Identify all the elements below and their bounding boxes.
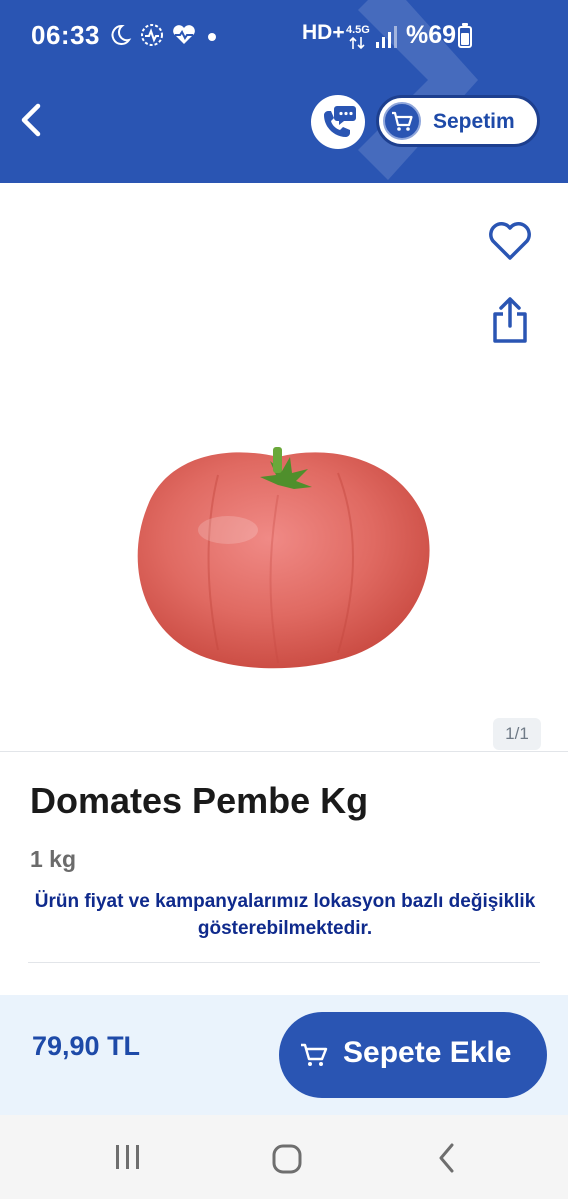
add-to-cart-label: Sepete Ekle (343, 1036, 512, 1069)
buy-bar: 79,90 TL Sepete Ekle (0, 995, 568, 1115)
heart-rate-icon (173, 25, 195, 44)
cart-button-label: Sepetim (433, 110, 515, 133)
battery-percent: %69 (406, 21, 457, 49)
notification-dot-icon (208, 33, 216, 41)
app-header: 06:33 HD+ 4.5G %69 Sepetim (0, 0, 568, 183)
status-bar: 06:33 HD+ 4.5G %69 (0, 0, 568, 74)
divider (28, 962, 540, 963)
image-pager: 1/1 (493, 718, 541, 750)
divider (0, 751, 568, 752)
product-title: Domates Pembe Kg (30, 780, 369, 821)
price-notice: Ürün fiyat ve kampanyalarımız lokasyon b… (34, 891, 536, 939)
signal-icon (376, 26, 397, 48)
add-to-cart-button[interactable]: Sepete Ekle (279, 1012, 547, 1098)
recents-icon[interactable] (112, 1143, 144, 1171)
network-label: HD+ (302, 21, 345, 44)
product-image (137, 447, 430, 669)
battery-level (461, 32, 469, 45)
data-arrows-icon (349, 36, 365, 50)
clock: 06:33 (31, 20, 100, 50)
health-monitor-icon (141, 24, 163, 46)
network-type: 4.5G (346, 24, 370, 36)
cart-icon (301, 1043, 328, 1066)
back-icon[interactable] (434, 1141, 460, 1175)
battery-icon (458, 23, 472, 48)
call-center-button[interactable] (311, 95, 365, 149)
product-gallery[interactable]: 1/1 (0, 183, 568, 751)
home-icon[interactable] (271, 1143, 303, 1175)
share-icon[interactable] (489, 295, 531, 345)
product-price: 79,90 TL (32, 1031, 141, 1061)
system-navigation-bar (0, 1115, 568, 1199)
back-arrow-icon[interactable] (12, 98, 52, 142)
heart-icon[interactable] (487, 219, 533, 263)
cart-icon (383, 102, 421, 140)
moon-icon (111, 24, 132, 45)
product-unit: 1 kg (30, 846, 77, 872)
cart-button[interactable]: Sepetim (376, 95, 540, 147)
phone-chat-icon (324, 106, 356, 137)
product-detail-screen: 06:33 HD+ 4.5G %69 Sepetim 1/1 Domates P… (0, 0, 568, 1199)
